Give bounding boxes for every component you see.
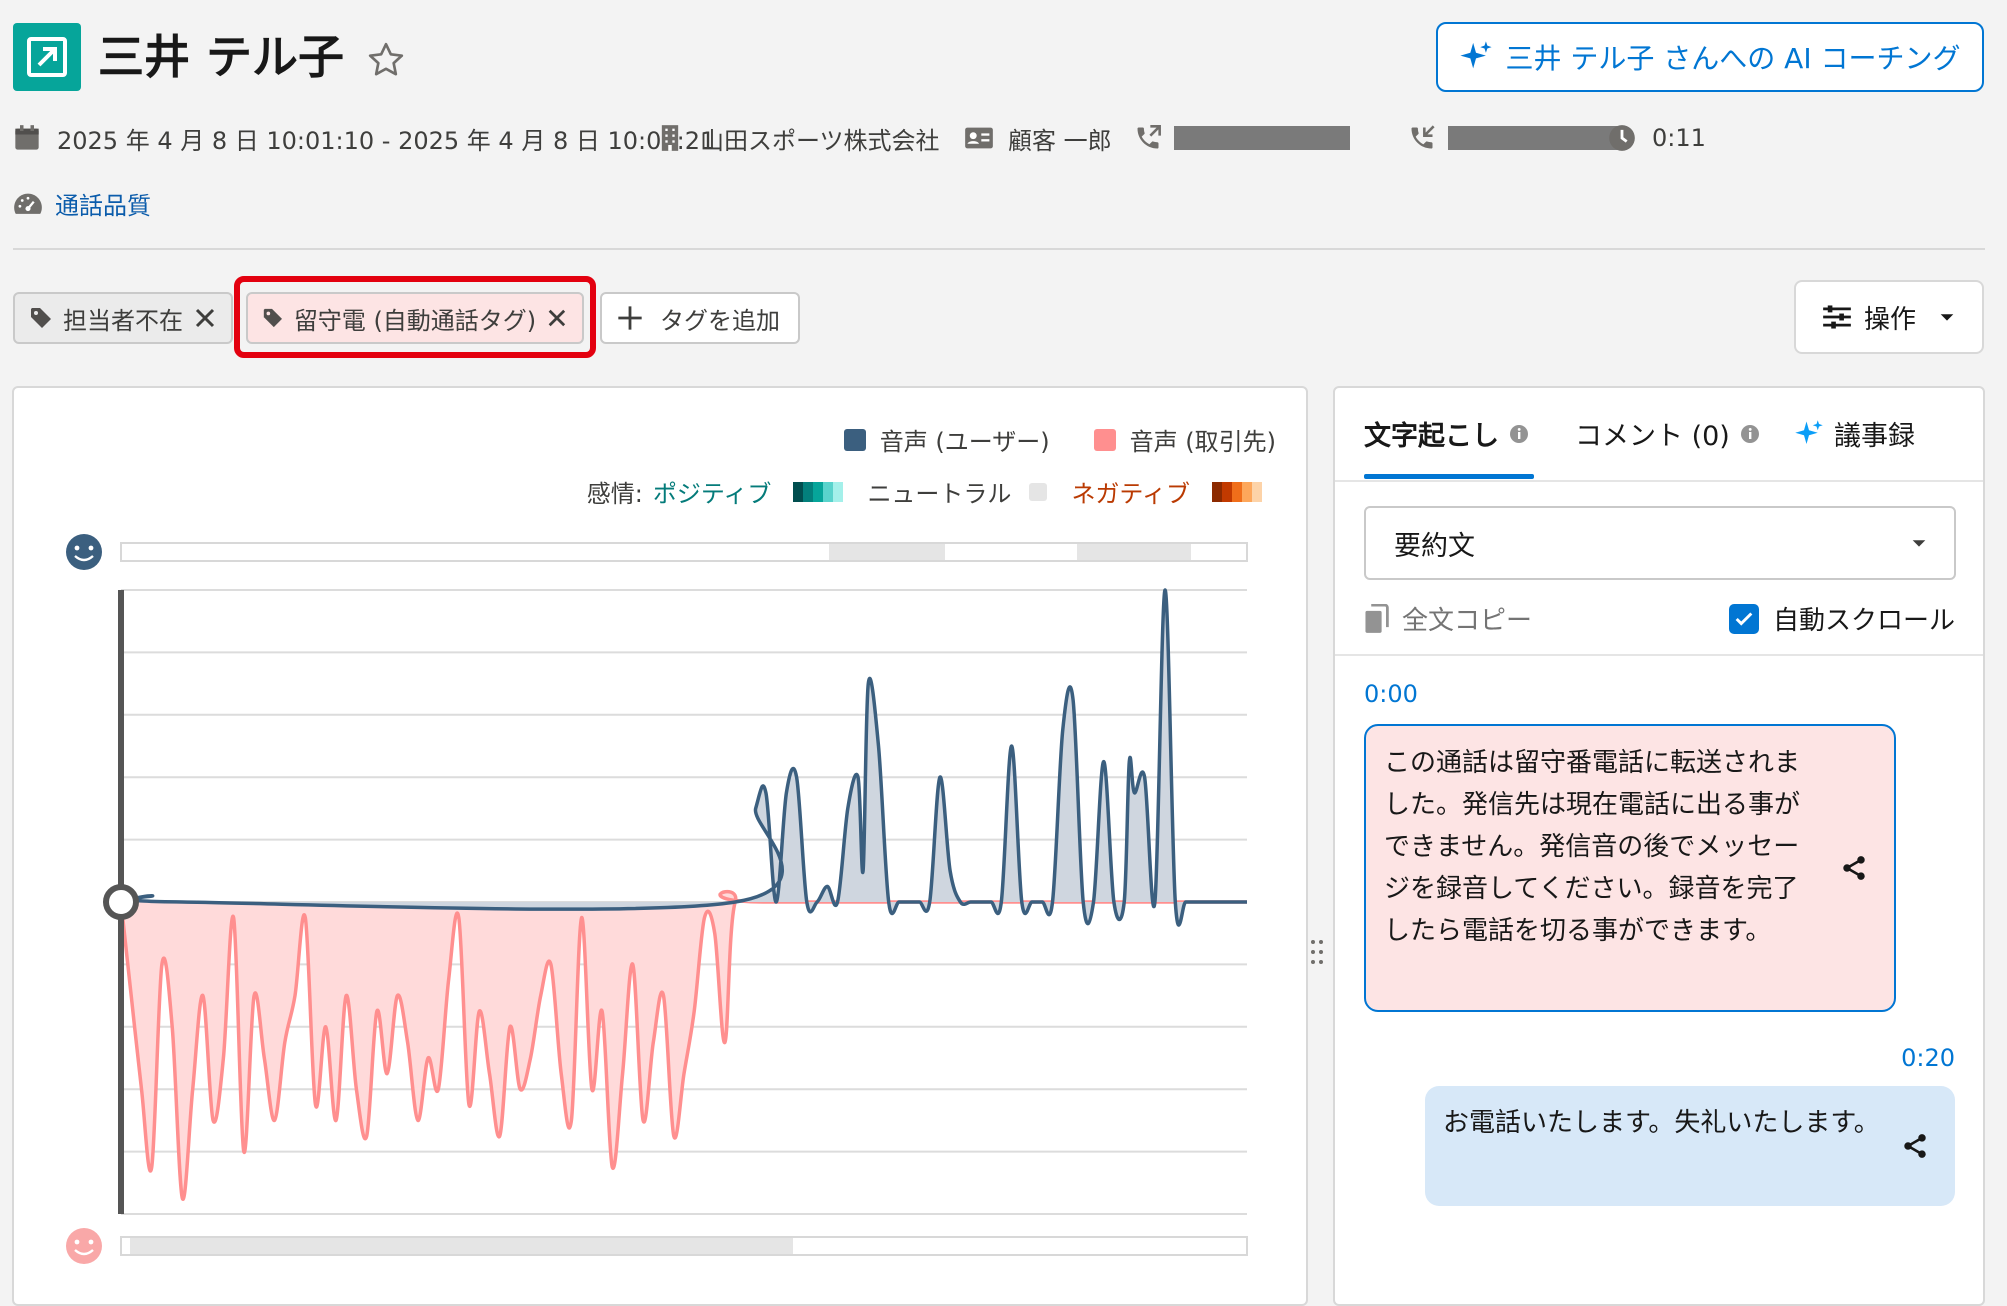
- company-name[interactable]: 山田スポーツ株式会社: [700, 121, 940, 156]
- transcript-divider: [1335, 654, 1983, 656]
- company: 山田スポーツ株式会社: [656, 120, 940, 156]
- voice-chart-panel: 音声 (ユーザー) 音声 (取引先) 感情: ポジティブ ニュートラル ネガティ…: [12, 386, 1308, 1306]
- operations-label: 操作: [1863, 304, 1916, 335]
- tab-minutes[interactable]: 議事録: [1794, 414, 1915, 453]
- close-icon[interactable]: [193, 306, 217, 330]
- ai-coaching-label: 三井 テル子 さんへの AI コーチング: [1505, 42, 1961, 75]
- copy-all-button[interactable]: 全文コピー: [1364, 600, 1532, 637]
- contact-card-icon: [965, 127, 993, 149]
- panel-resize-handle[interactable]: [1310, 938, 1324, 972]
- contact: 顧客 一郎: [964, 120, 1112, 156]
- chevron-down-icon: [1940, 314, 1954, 321]
- sparkle-icon: [1460, 41, 1493, 69]
- tag-chip[interactable]: 担当者不在: [13, 292, 233, 344]
- header-divider: [13, 248, 1985, 250]
- client-face-icon: [66, 1228, 102, 1264]
- sparkle-icon: [1795, 419, 1823, 444]
- share-icon[interactable]: [1901, 1132, 1929, 1160]
- user-neutral-segment: [1077, 544, 1191, 560]
- tab-minutes-label: 議事録: [1834, 421, 1915, 452]
- select-value: 要約文: [1394, 530, 1475, 562]
- gauge-icon: [14, 193, 42, 214]
- plus-icon: [618, 306, 642, 330]
- message-text: この通話は留守番電話に転送されました。発信先は現在電話に出る事ができません。発信…: [1384, 748, 1801, 946]
- transcript-message[interactable]: お電話いたします。失礼いたします。: [1425, 1086, 1955, 1206]
- call-quality-link[interactable]: 通話品質: [55, 186, 151, 221]
- message-timestamp[interactable]: 0:20: [1901, 1044, 1955, 1072]
- chevron-down-icon: [1912, 540, 1926, 547]
- tab-comments-label: コメント (0): [1575, 421, 1730, 452]
- building-icon: [661, 125, 679, 151]
- info-icon[interactable]: [1509, 424, 1529, 444]
- add-tag-label: タグを追加: [660, 306, 780, 335]
- tag-highlight-box: [234, 276, 596, 358]
- info-icon[interactable]: [1740, 424, 1760, 444]
- message-text: お電話いたします。失礼いたします。: [1443, 1108, 1880, 1138]
- tab-transcript-label: 文字起こし: [1364, 421, 1499, 452]
- incoming-call-icon: [1411, 125, 1435, 149]
- playhead-handle[interactable]: [103, 884, 139, 920]
- operations-button[interactable]: 操作: [1794, 280, 1984, 354]
- duration-value: 0:11: [1652, 124, 1706, 152]
- tag-label: 担当者不在: [63, 306, 183, 335]
- copy-icon: [1365, 603, 1389, 633]
- favorite-star-icon[interactable]: [366, 40, 406, 84]
- client-voice-area: [121, 891, 1247, 1200]
- add-tag-button[interactable]: タグを追加: [600, 292, 800, 344]
- share-icon[interactable]: [1840, 854, 1868, 882]
- duration: 0:11: [1608, 120, 1706, 156]
- tab-transcript[interactable]: 文字起こし: [1364, 414, 1529, 453]
- redacted-from-number: [1174, 126, 1350, 150]
- client-neutral-segment: [130, 1238, 793, 1254]
- auto-scroll-checkbox[interactable]: [1728, 603, 1759, 634]
- auto-scroll-label: 自動スクロール: [1772, 606, 1955, 636]
- call-quality[interactable]: 通話品質: [13, 186, 151, 221]
- external-link-icon: [27, 37, 67, 77]
- outgoing-call-icon: [1137, 125, 1161, 149]
- outbound-number: [1134, 120, 1350, 156]
- transcript-panel: 文字起こし コメント (0) 議事録 要約文 全文コピー 自動スクロール 0:0…: [1333, 386, 1985, 1306]
- tag-icon: [31, 308, 51, 328]
- call-datetime: 2025 年 4 月 8 日 10:01:10 - 2025 年 4 月 8 日…: [13, 120, 715, 156]
- settings-sliders-icon: [1823, 305, 1851, 329]
- positive-face-icon: [66, 534, 102, 570]
- redacted-to-number: [1448, 126, 1624, 150]
- datetime-range: 2025 年 4 月 8 日 10:01:10 - 2025 年 4 月 8 日…: [57, 126, 716, 155]
- message-timestamp[interactable]: 0:00: [1364, 680, 1418, 708]
- transcript-view-select[interactable]: 要約文: [1364, 506, 1956, 580]
- inbound-number: [1408, 120, 1624, 156]
- voice-chart[interactable]: [14, 388, 1306, 1304]
- copy-all-label: 全文コピー: [1402, 606, 1533, 636]
- record-type-icon: [13, 23, 81, 91]
- user-neutral-segment: [829, 544, 945, 560]
- clock-icon: [1609, 125, 1635, 151]
- auto-scroll-toggle[interactable]: 自動スクロール: [1728, 600, 1955, 637]
- transcript-tabs: 文字起こし コメント (0) 議事録: [1335, 388, 1983, 482]
- active-tab-indicator: [1364, 474, 1534, 479]
- page-title: 三井 テル子: [98, 30, 345, 84]
- ai-coaching-button[interactable]: 三井 テル子 さんへの AI コーチング: [1436, 22, 1984, 92]
- check-icon: [1735, 611, 1753, 626]
- tab-comments[interactable]: コメント (0): [1575, 414, 1760, 453]
- calendar-icon: [15, 125, 39, 150]
- contact-name[interactable]: 顧客 一郎: [1008, 121, 1112, 156]
- transcript-message[interactable]: この通話は留守番電話に転送されました。発信先は現在電話に出る事ができません。発信…: [1364, 724, 1896, 1012]
